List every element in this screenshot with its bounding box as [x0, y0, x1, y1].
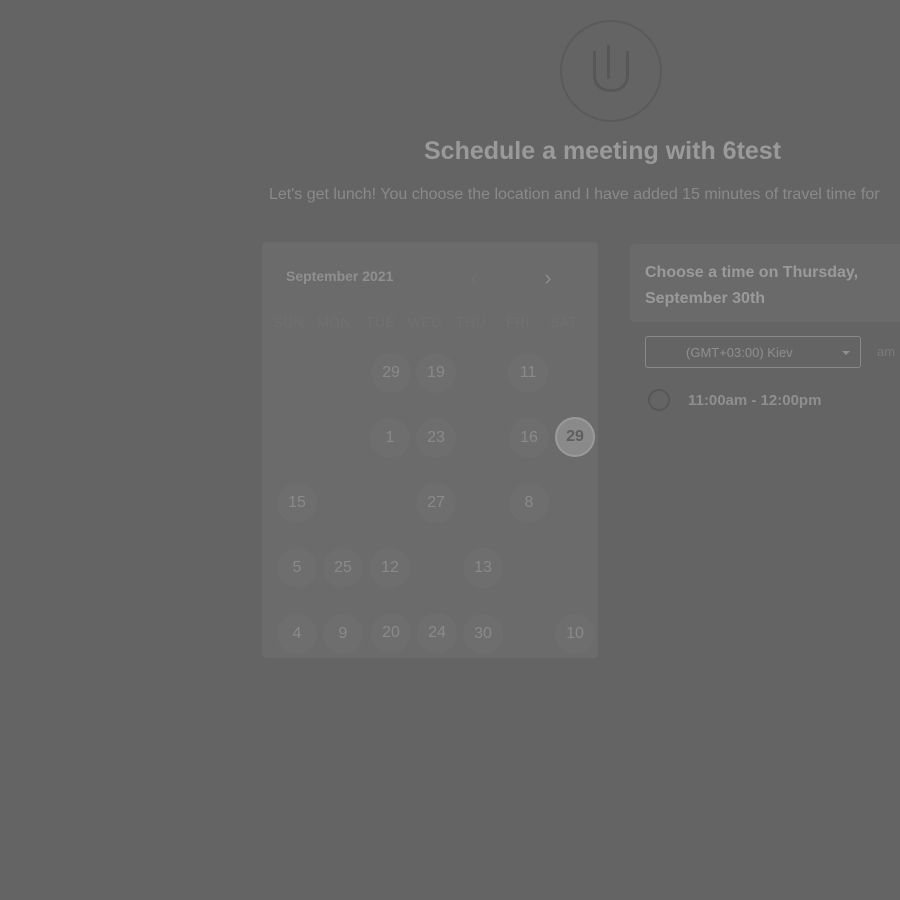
weekday-mon: MON [317, 314, 352, 330]
calendar-day[interactable]: 4 [277, 614, 317, 654]
weekday-wed: WED [408, 314, 443, 330]
calendar-day[interactable]: 11 [508, 353, 548, 393]
brand-logo [560, 20, 662, 122]
timezone-value: (GMT+03:00) Kiev [686, 345, 793, 360]
timezone-select[interactable]: (GMT+03:00) Kiev [645, 336, 861, 368]
calendar-day[interactable]: 25 [323, 548, 363, 588]
time-slot-label: 11:00am - 12:00pm [688, 391, 822, 409]
time-slot-option[interactable]: 11:00am - 12:00pm [648, 387, 821, 413]
calendar-day[interactable]: 15 [277, 483, 317, 523]
calendar-day[interactable]: 23 [416, 418, 456, 458]
calendar-day-selected[interactable]: 29 [555, 417, 595, 457]
calendar-day[interactable]: 30 [463, 614, 503, 654]
chevron-right-icon[interactable]: › [536, 266, 560, 290]
calendar-day[interactable]: 9 [323, 614, 363, 654]
calendar-day[interactable]: 10 [555, 614, 595, 654]
chevron-left-icon[interactable]: ‹ [462, 266, 486, 290]
weekday-thu: THU [456, 314, 487, 330]
caret-down-icon [842, 351, 850, 355]
calendar-day[interactable]: 27 [416, 483, 456, 523]
calendar-day[interactable]: 12 [370, 548, 410, 588]
calendar-day[interactable]: 16 [509, 418, 549, 458]
page-title: Schedule a meeting with 6test [424, 137, 782, 165]
calendar-panel: September 2021 ‹ › SUN MON TUE WED THU F… [262, 242, 598, 658]
calendar-day[interactable]: 20 [371, 613, 411, 653]
calendar-day[interactable]: 29 [371, 353, 411, 393]
calendar-month-label: September 2021 [286, 268, 394, 284]
time-selection-header: Choose a time on Thursday, September 30t… [630, 244, 900, 322]
weekday-sat: SAT [550, 314, 578, 330]
calendar-day[interactable]: 13 [463, 548, 503, 588]
radio-circle-icon[interactable] [648, 389, 670, 411]
page-description: Let's get lunch! You choose the location… [269, 186, 880, 203]
scheduling-page: Schedule a meeting with 6test Let's get … [0, 0, 900, 900]
time-format-toggle[interactable]: am [877, 344, 895, 359]
calendar-day[interactable]: 8 [509, 483, 549, 523]
calendar-day[interactable]: 19 [416, 353, 456, 393]
calendar-day[interactable]: 1 [370, 418, 410, 458]
logo-mark-icon [593, 44, 629, 92]
calendar-day[interactable]: 24 [417, 613, 457, 653]
weekday-fri: FRI [506, 314, 531, 330]
weekday-sun: SUN [273, 314, 305, 330]
calendar-day[interactable]: 5 [277, 548, 317, 588]
weekday-tue: TUE [366, 314, 396, 330]
selected-date-heading: Choose a time on Thursday, September 30t… [645, 264, 859, 307]
